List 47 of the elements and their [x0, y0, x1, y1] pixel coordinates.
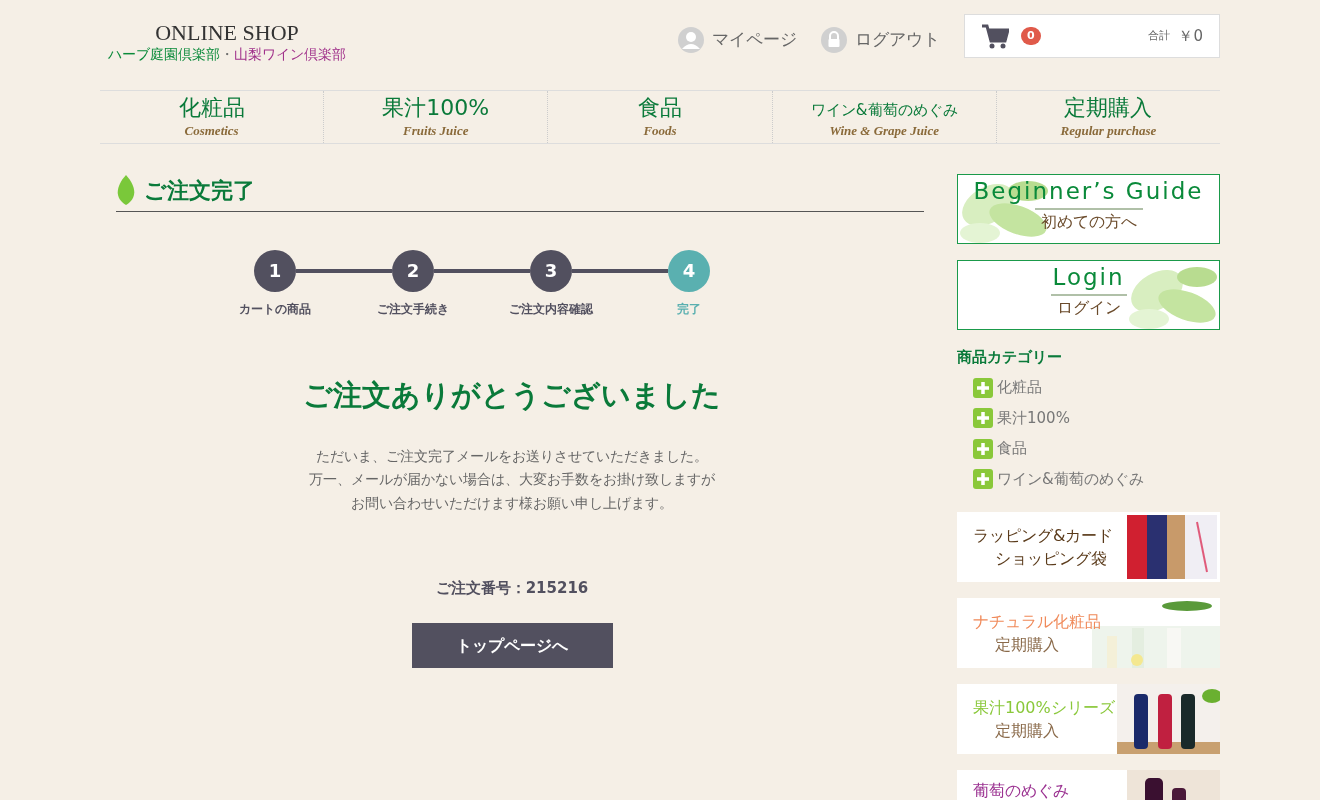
message-text: ただいま、ご注文完了メールをお送りさせていただきました。 万一、メールが届かない場合は、大変お手数をお掛け致しますが お問い合わせいただけます様お願い申し上げます。 [308, 447, 716, 513]
step-number: 2 [392, 249, 434, 292]
order-number: ご注文番号：215216 [434, 577, 590, 599]
guide-banner[interactable]: Beginner’s Guide 初めての方へ [957, 173, 1220, 244]
nav-item[interactable]: 果汁100% Fruits Juice [323, 91, 548, 143]
plus-icon [973, 438, 993, 459]
cart-box[interactable]: 0 合計 ￥0 [964, 14, 1220, 58]
thanks-heading: ご注文ありがとうございました [302, 376, 722, 414]
cart-total: ￥0 [1178, 25, 1203, 47]
step-label: ご注文手続き [377, 300, 449, 318]
plus-icon [973, 408, 993, 429]
category-heading: 商品カテゴリー [957, 346, 1063, 368]
promo-banner[interactable]: 果汁100%シリーズ 定期購入 [957, 684, 1220, 755]
lock-icon [821, 27, 847, 53]
cart-icon [981, 23, 1009, 49]
shop-name: ONLINE SHOP [154, 22, 300, 44]
promo-banner[interactable]: ナチュラル化粧品 定期購入 [957, 598, 1220, 669]
nav-item[interactable]: 定期購入 Regular purchase [995, 91, 1220, 143]
category-link[interactable]: 果汁100% [997, 406, 1070, 430]
category-link[interactable]: 食品 [997, 437, 1027, 460]
separator: ・ [220, 45, 234, 64]
nav-item[interactable]: 食品 Foods [547, 91, 772, 143]
top-page-button[interactable]: トップページへ [411, 623, 613, 669]
page-title: ご注文完了 [144, 176, 255, 205]
total-label: 合計 [1148, 27, 1171, 44]
club-name: 山梨ワイン倶楽部 [234, 45, 346, 64]
leaf-icon [116, 174, 136, 207]
step-number: 1 [254, 249, 296, 292]
step-number: 3 [530, 249, 572, 292]
top-link[interactable]: ログアウト [821, 27, 940, 53]
guide-banner[interactable]: Login ログイン [957, 259, 1220, 330]
user-icon [678, 27, 704, 53]
step-label: 完了 [677, 300, 701, 318]
cart-count: 0 [1021, 26, 1041, 46]
category-link[interactable]: ワイン&葡萄のめぐみ [997, 467, 1144, 491]
nav-item[interactable]: 化粧品 Cosmetics [100, 91, 324, 143]
step-label: カートの商品 [239, 300, 311, 318]
plus-icon [973, 377, 993, 398]
plus-icon [973, 469, 993, 490]
step-number: 4 [668, 249, 710, 292]
promo-banner[interactable]: ラッピング&カード ショッピング袋 [957, 512, 1220, 583]
top-link[interactable]: マイページ [678, 27, 797, 53]
promo-banner[interactable]: 葡萄のめぐみ [957, 770, 1220, 800]
category-link[interactable]: 化粧品 [997, 376, 1042, 399]
club-name: ハーブ庭園倶楽部 [108, 45, 220, 64]
step-label: ご注文内容確認 [509, 300, 593, 318]
nav-item[interactable]: ワイン&葡萄のめぐみ Wine & Grape Juice [771, 91, 996, 143]
